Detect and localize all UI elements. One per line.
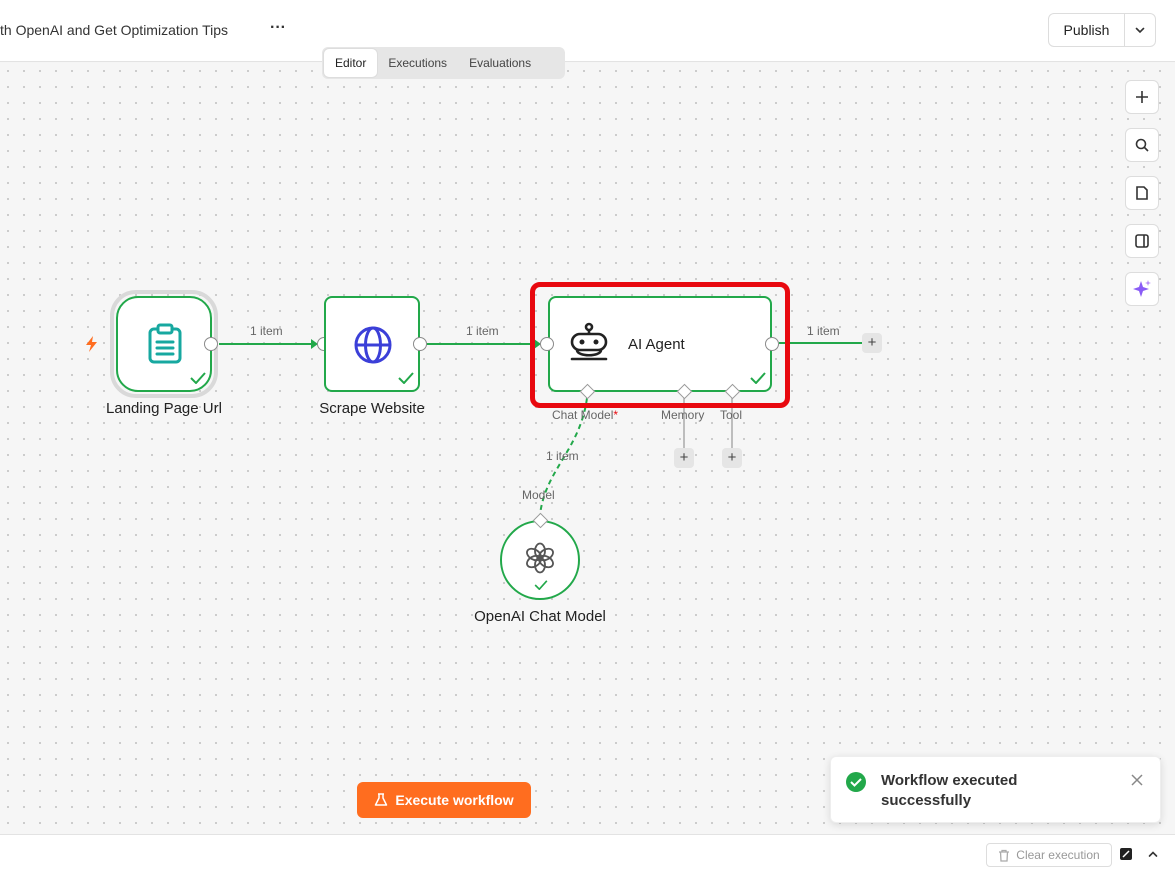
ai-assistant-button[interactable]	[1125, 272, 1159, 306]
clipboard-icon	[148, 323, 182, 364]
tool-label: Tool	[720, 408, 743, 422]
tab-evaluations[interactable]: Evaluations	[458, 49, 542, 77]
trigger-bolt-icon	[86, 336, 97, 352]
node-openai-chat-model[interactable]	[500, 520, 580, 600]
edge-label-3: 1 item	[807, 324, 840, 338]
toast-message: Workflow executed successfully	[881, 772, 1018, 809]
search-icon	[1135, 138, 1149, 152]
chevron-up-icon[interactable]	[1147, 848, 1159, 860]
landing-node-label: Landing Page Url	[106, 400, 222, 417]
landing-output-handle[interactable]	[204, 337, 218, 351]
sticky-note-button[interactable]	[1125, 176, 1159, 210]
bottom-bar: Clear execution	[0, 834, 1175, 871]
add-tool-button[interactable]: +	[722, 448, 742, 468]
ai-agent-highlight-box	[530, 282, 790, 408]
add-next-node-button[interactable]: +	[862, 333, 882, 353]
toggle-panel-button[interactable]	[1125, 224, 1159, 258]
close-icon[interactable]	[1130, 773, 1144, 787]
openai-node-label: OpenAI Chat Model	[474, 608, 606, 625]
globe-icon	[354, 326, 392, 364]
edge-label-2: 1 item	[466, 324, 499, 338]
tab-editor[interactable]: Editor	[324, 49, 378, 77]
workflow-canvas[interactable]	[0, 63, 1175, 834]
more-options-button[interactable]: ···	[266, 18, 290, 42]
clear-execution-button[interactable]: Clear execution	[986, 843, 1112, 867]
sparkle-icon	[1133, 280, 1151, 297]
add-node-button[interactable]	[1125, 80, 1159, 114]
success-check-icon	[398, 372, 414, 384]
node-landing-page-url[interactable]	[116, 296, 212, 392]
execute-workflow-button[interactable]: Execute workflow	[357, 782, 531, 818]
tab-executions[interactable]: Executions	[377, 49, 458, 77]
workflow-title[interactable]: th OpenAI and Get Optimization Tips	[0, 22, 228, 38]
flask-icon	[375, 793, 388, 806]
node-scrape-website[interactable]	[324, 296, 420, 392]
add-memory-button[interactable]: +	[674, 448, 694, 468]
chat-model-label: Chat Model*	[552, 408, 619, 422]
scrape-output-handle[interactable]	[413, 337, 427, 351]
edge-label-4: 1 item	[546, 449, 579, 463]
view-tabs: Editor Executions Evaluations	[322, 47, 565, 79]
success-check-icon	[534, 580, 548, 590]
publish-dropdown-button[interactable]	[1125, 14, 1155, 46]
plus-icon	[1136, 91, 1148, 103]
scrape-node-label: Scrape Website	[319, 400, 425, 417]
publish-button[interactable]: Publish	[1049, 14, 1125, 46]
search-button[interactable]	[1125, 128, 1159, 162]
publish-group: Publish	[1048, 13, 1156, 47]
edge-label-1: 1 item	[250, 324, 283, 338]
memory-label: Memory	[661, 408, 705, 422]
success-check-icon	[190, 372, 206, 384]
openai-icon	[526, 542, 554, 574]
model-port-label: Model	[522, 488, 555, 502]
note-icon	[1136, 186, 1148, 200]
logs-icon[interactable]	[1119, 847, 1133, 861]
chevron-down-icon	[1135, 27, 1145, 34]
success-toast: Workflow executed successfully	[830, 756, 1161, 823]
top-header: th OpenAI and Get Optimization Tips ··· …	[0, 0, 1175, 62]
check-circle-icon	[846, 772, 866, 792]
panel-icon	[1135, 234, 1149, 248]
trash-icon	[999, 849, 1010, 862]
